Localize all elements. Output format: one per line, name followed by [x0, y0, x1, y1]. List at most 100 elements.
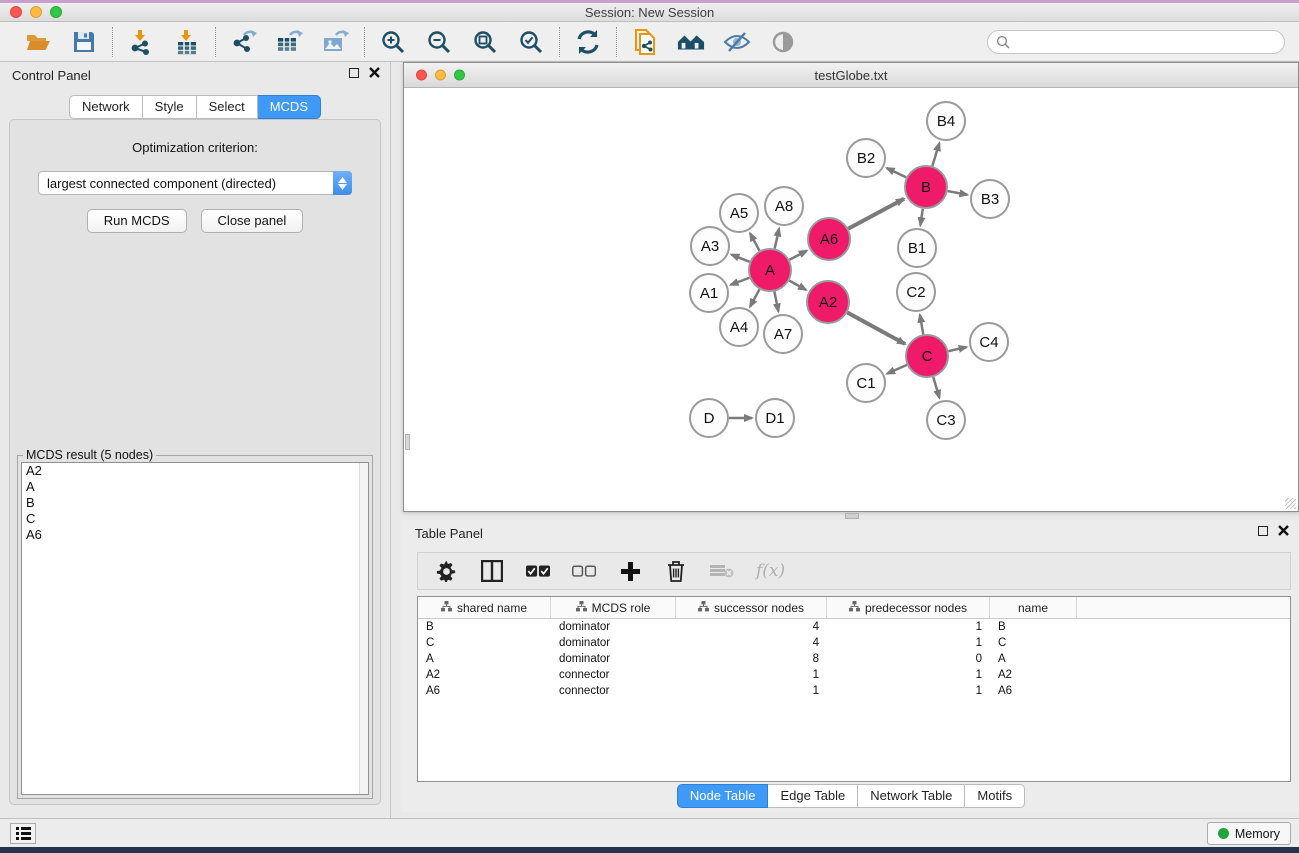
select-all-icon[interactable] [526, 559, 550, 583]
tab-style[interactable]: Style [143, 95, 197, 119]
close-window-button[interactable] [10, 6, 22, 18]
table-cell[interactable]: B [990, 621, 1077, 633]
import-table-icon[interactable] [173, 28, 201, 56]
minimize-view-button[interactable] [435, 70, 446, 81]
mcds-result-item[interactable]: C [22, 511, 368, 527]
hide-graphics-details-icon[interactable] [723, 28, 751, 56]
horizontal-scroll-thumb[interactable] [845, 513, 859, 519]
table-cell[interactable]: connector [551, 685, 676, 697]
columns-icon[interactable] [480, 559, 504, 583]
run-mcds-button[interactable]: Run MCDS [87, 209, 187, 233]
task-history-button[interactable] [10, 823, 36, 844]
table-cell[interactable]: 4 [676, 637, 827, 649]
column-header-name[interactable]: name [990, 597, 1077, 618]
edge-B-B1[interactable] [920, 209, 922, 225]
zoom-view-button[interactable] [454, 70, 465, 81]
edge-A-A5[interactable] [750, 233, 760, 250]
minimize-window-button[interactable] [30, 6, 42, 18]
edge-A-A4[interactable] [750, 289, 760, 306]
zoom-in-icon[interactable] [379, 28, 407, 56]
network-graph[interactable]: B4B2BB3A8A5A6A3B1AC2A1A2A4A7C4CC1C3DD1 [405, 89, 1297, 510]
search-input[interactable] [1015, 35, 1276, 49]
table-cell[interactable]: A6 [990, 685, 1077, 697]
table-cell[interactable]: dominator [551, 653, 676, 665]
table-cell[interactable]: 1 [827, 621, 990, 633]
delete-icon[interactable] [664, 559, 688, 583]
table-tab-network-table[interactable]: Network Table [858, 784, 965, 808]
edge-B-B2[interactable] [887, 168, 906, 177]
table-cell[interactable]: 1 [827, 685, 990, 697]
edge-C-C2[interactable] [920, 315, 923, 335]
table-cell[interactable]: B [418, 621, 551, 633]
tab-mcds[interactable]: MCDS [258, 95, 321, 119]
edge-A-A3[interactable] [731, 255, 749, 262]
edge-B-B4[interactable] [932, 143, 939, 166]
table-cell[interactable]: 1 [676, 685, 827, 697]
edge-A-A6[interactable] [789, 251, 806, 260]
node-table[interactable]: shared nameMCDS rolesuccessor nodesprede… [417, 596, 1291, 782]
table-cell[interactable]: A2 [418, 669, 551, 681]
edge-C-C1[interactable] [887, 365, 907, 374]
mcds-result-list[interactable]: A2ABCA6 [21, 462, 369, 795]
table-tab-motifs[interactable]: Motifs [965, 784, 1025, 808]
table-cell[interactable]: 8 [676, 653, 827, 665]
column-header-MCDS-role[interactable]: MCDS role [551, 597, 676, 618]
zoom-selected-icon[interactable] [517, 28, 545, 56]
table-cell[interactable]: A6 [418, 685, 551, 697]
criterion-select[interactable]: largest connected component (directed) [38, 171, 352, 195]
os-titlebar[interactable]: Session: New Session [0, 3, 1299, 22]
table-row[interactable]: A6connector11A6 [418, 683, 1290, 699]
table-cell[interactable]: 1 [676, 669, 827, 681]
column-header-shared-name[interactable]: shared name [418, 597, 551, 618]
network-view-window[interactable]: testGlobe.txt B4B2BB3A8A5A6A3B1AC2A1A2A4… [403, 62, 1299, 512]
table-cell[interactable]: dominator [551, 637, 676, 649]
table-cell[interactable]: 1 [827, 637, 990, 649]
birds-eye-icon[interactable] [769, 28, 797, 56]
export-table-icon[interactable] [276, 28, 304, 56]
table-row[interactable]: A2connector11A2 [418, 667, 1290, 683]
table-cell[interactable]: C [418, 637, 551, 649]
list-scrollbar[interactable] [359, 463, 368, 794]
zoom-fit-icon[interactable] [471, 28, 499, 56]
network-window-titlebar[interactable]: testGlobe.txt [404, 63, 1298, 88]
edge-C-C3[interactable] [933, 377, 939, 398]
close-view-button[interactable] [416, 70, 427, 81]
memory-button[interactable]: Memory [1207, 822, 1291, 845]
edge-A-A8[interactable] [775, 228, 779, 248]
edge-A2-C[interactable] [847, 313, 905, 344]
zoom-out-icon[interactable] [425, 28, 453, 56]
column-header-predecessor-nodes[interactable]: predecessor nodes [827, 597, 990, 618]
vertical-scroll-thumb[interactable] [405, 434, 410, 450]
table-row[interactable]: Cdominator41C [418, 635, 1290, 651]
edge-C-C4[interactable] [948, 347, 966, 351]
table-cell[interactable]: C [990, 637, 1077, 649]
table-row[interactable]: Adominator80A [418, 651, 1290, 667]
tab-network[interactable]: Network [69, 95, 143, 119]
search-field[interactable] [987, 30, 1285, 54]
clone-network-icon[interactable] [631, 28, 659, 56]
import-network-icon[interactable] [127, 28, 155, 56]
edge-A-A1[interactable] [731, 278, 750, 285]
tab-select[interactable]: Select [197, 95, 258, 119]
mcds-result-item[interactable]: A [22, 479, 368, 495]
table-cell[interactable]: 0 [827, 653, 990, 665]
first-neighbors-icon[interactable] [677, 28, 705, 56]
close-panel-button[interactable]: Close panel [201, 209, 304, 233]
float-panel-icon[interactable] [349, 68, 359, 78]
close-table-panel-icon[interactable] [1278, 525, 1289, 536]
save-session-icon[interactable] [70, 28, 98, 56]
table-cell[interactable]: dominator [551, 621, 676, 633]
edge-A6-B[interactable] [848, 199, 904, 229]
table-cell[interactable]: A2 [990, 669, 1077, 681]
mcds-result-item[interactable]: A2 [22, 463, 368, 479]
add-icon[interactable] [618, 559, 642, 583]
mcds-result-item[interactable]: A6 [22, 527, 368, 543]
gear-icon[interactable] [434, 559, 458, 583]
table-cell[interactable]: 4 [676, 621, 827, 633]
close-panel-icon[interactable] [369, 67, 380, 78]
export-image-icon[interactable] [322, 28, 350, 56]
float-table-panel-icon[interactable] [1258, 526, 1268, 536]
deselect-all-icon[interactable] [572, 559, 596, 583]
edge-B-B3[interactable] [948, 191, 968, 195]
edge-A-A2[interactable] [789, 281, 806, 290]
